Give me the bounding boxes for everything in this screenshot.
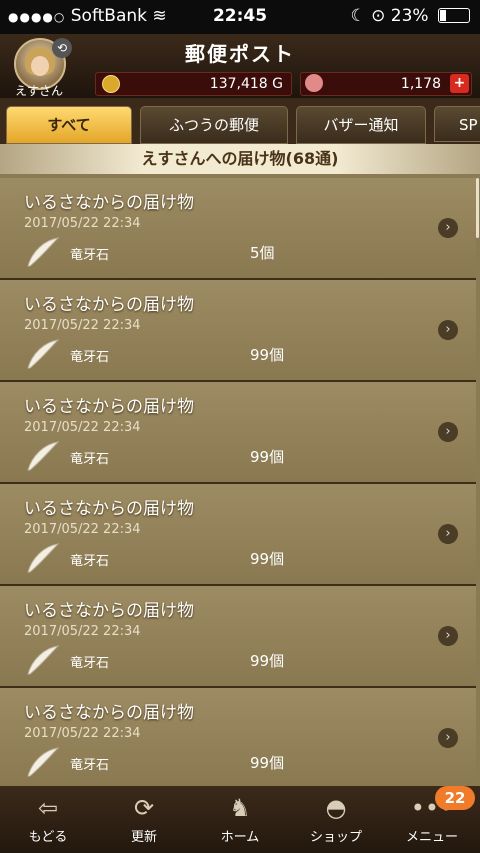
mail-content: えすさんへの届け物(68通) いるさなからの届け物 2017/05/22 22:… (0, 144, 480, 786)
gold-display: 137,418 G (95, 72, 292, 96)
mail-item-qty: 99個 (250, 550, 285, 568)
dragon-fang-icon (27, 543, 60, 573)
home-monster-icon: ♞ (229, 794, 251, 822)
mail-sender: いるさなからの届け物 (24, 703, 194, 723)
status-right: ☾ ⊙ 23% (350, 6, 470, 26)
mail-item-name: 竜牙石 (70, 656, 110, 671)
gem-display: 1,178 + (300, 72, 472, 96)
mail-item-name: 竜牙石 (70, 758, 110, 773)
nav-home[interactable]: ♞ ホーム (192, 786, 288, 853)
dragon-fang-icon (27, 441, 60, 471)
slime-shop-icon: ◓ (325, 794, 347, 822)
mail-row[interactable]: いるさなからの届け物 2017/05/22 22:34 竜牙石 99個 › (0, 586, 476, 688)
nav-back[interactable]: ⇦ もどる (0, 786, 96, 853)
tab-bar: すべて ふつうの郵便 バザー通知 SP (0, 98, 480, 144)
mail-row[interactable]: いるさなからの届け物 2017/05/22 22:34 竜牙石 99個 › (0, 688, 476, 786)
mail-item-name: 竜牙石 (70, 350, 110, 365)
rotation-lock-icon: ⊙ (371, 6, 386, 26)
section-title: えすさんへの届け物(68通) (0, 144, 480, 174)
mail-item-qty: 99個 (250, 346, 285, 364)
chevron-right-icon[interactable]: › (438, 218, 458, 238)
mail-item-qty: 5個 (250, 244, 275, 262)
dragon-fang-icon (27, 747, 60, 777)
nav-label: もどる (28, 830, 68, 845)
tab-bazaar[interactable]: バザー通知 (296, 106, 426, 144)
dragon-fang-icon (27, 645, 60, 675)
mail-item-qty: 99個 (250, 754, 285, 772)
nav-label: ホーム (220, 830, 260, 845)
tab-all[interactable]: すべて (6, 106, 132, 144)
mail-date: 2017/05/22 22:34 (24, 216, 141, 231)
chevron-right-icon[interactable]: › (438, 422, 458, 442)
mail-date: 2017/05/22 22:34 (24, 624, 141, 639)
mail-item-name: 竜牙石 (70, 248, 110, 263)
mail-item-name: 竜牙石 (70, 452, 110, 467)
dragon-fang-icon (27, 339, 60, 369)
dragon-fang-icon (27, 237, 60, 267)
scrollbar[interactable] (476, 178, 479, 238)
status-bar: ●●●●○ SoftBank ≋ 22:45 ☾ ⊙ 23% (0, 0, 480, 34)
mail-sender: いるさなからの届け物 (24, 193, 194, 213)
chevron-right-icon[interactable]: › (438, 728, 458, 748)
page-title: 郵便ポスト (185, 42, 295, 66)
nav-refresh[interactable]: ⟳ 更新 (96, 786, 192, 853)
gem-icon (305, 74, 323, 92)
nav-label: ショップ (309, 830, 362, 845)
buy-gems-button[interactable]: + (450, 74, 469, 93)
mail-sender: いるさなからの届け物 (24, 601, 194, 621)
mail-sender: いるさなからの届け物 (24, 295, 194, 315)
battery-icon (438, 8, 470, 23)
menu-notification-badge: 22 (435, 786, 475, 810)
mail-item-qty: 99個 (250, 448, 285, 466)
moon-icon: ☾ (350, 6, 366, 26)
tab-normal-mail[interactable]: ふつうの郵便 (140, 106, 288, 144)
mail-sender: いるさなからの届け物 (24, 397, 194, 417)
mail-row[interactable]: いるさなからの届け物 2017/05/22 22:34 竜牙石 99個 › (0, 280, 476, 382)
refresh-icon: ⟳ (133, 794, 155, 822)
gem-value: 1,178 (400, 76, 441, 92)
gold-coin-icon (102, 75, 120, 93)
username: えすさん (14, 84, 63, 98)
gold-value: 137,418 G (209, 76, 283, 92)
mail-item-name: 竜牙石 (70, 554, 110, 569)
mail-sender: いるさなからの届け物 (24, 499, 194, 519)
battery-percent: 23% (390, 6, 429, 26)
mail-list: いるさなからの届け物 2017/05/22 22:34 竜牙石 5個 › いるさ… (0, 178, 476, 786)
nav-label: メニュー (405, 830, 458, 845)
mail-item-qty: 99個 (250, 652, 285, 670)
mail-date: 2017/05/22 22:34 (24, 522, 141, 537)
nav-label: 更新 (130, 830, 157, 845)
chevron-right-icon[interactable]: › (438, 320, 458, 340)
bottom-nav: ⇦ もどる ⟳ 更新 ♞ ホーム ◓ ショップ ••• メニュー (0, 786, 480, 853)
mail-date: 2017/05/22 22:34 (24, 318, 141, 333)
back-arrow-icon: ⇦ (37, 794, 59, 822)
nav-shop[interactable]: ◓ ショップ (288, 786, 384, 853)
mail-row[interactable]: いるさなからの届け物 2017/05/22 22:34 竜牙石 99個 › (0, 484, 476, 586)
mail-date: 2017/05/22 22:34 (24, 726, 141, 741)
mail-date: 2017/05/22 22:34 (24, 420, 141, 435)
chevron-right-icon[interactable]: › (438, 524, 458, 544)
mail-row[interactable]: いるさなからの届け物 2017/05/22 22:34 竜牙石 5個 › (0, 178, 476, 280)
tab-sp[interactable]: SP (434, 106, 480, 142)
header: ⟲ えすさん 郵便ポスト 137,418 G 1,178 + (0, 34, 480, 98)
chevron-right-icon[interactable]: › (438, 626, 458, 646)
mail-row[interactable]: いるさなからの届け物 2017/05/22 22:34 竜牙石 99個 › (0, 382, 476, 484)
